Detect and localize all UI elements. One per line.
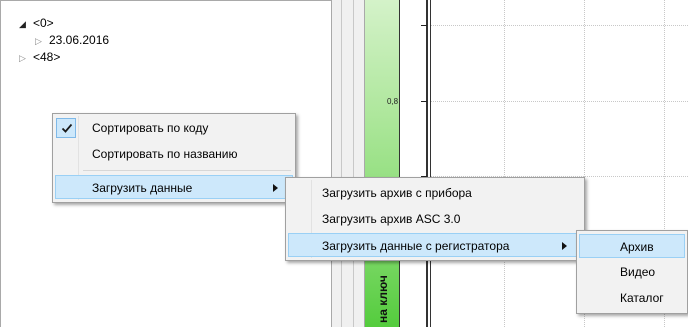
tree-node-label: 23.06.2016 xyxy=(49,33,110,47)
submenu-arrow-icon xyxy=(562,242,567,250)
submenu-arrow-icon xyxy=(273,184,278,192)
triangle-collapsed-icon[interactable]: ▷ xyxy=(19,50,29,66)
menu-item-video[interactable]: Видео xyxy=(579,260,685,284)
menu-item-sort-by-name[interactable]: Сортировать по названию xyxy=(55,142,293,166)
tree-node-0[interactable]: ◢ <0> xyxy=(19,15,54,31)
menu-item-archive[interactable]: Архив xyxy=(579,234,685,258)
tree-node-date[interactable]: ▷ 23.06.2016 xyxy=(35,32,109,48)
triangle-collapsed-icon[interactable]: ▷ xyxy=(35,33,45,49)
menu-item-catalog[interactable]: Каталог xyxy=(579,286,685,310)
panel-splitter[interactable] xyxy=(331,0,365,327)
triangle-expanded-icon[interactable]: ◢ xyxy=(19,16,29,32)
tree-node-label: <48> xyxy=(33,50,61,64)
menu-item-load-data[interactable]: Загрузить данные xyxy=(55,175,293,199)
tree-node-label: <0> xyxy=(33,16,54,30)
context-menu: Сортировать по коду Сортировать по назва… xyxy=(52,113,296,203)
checkmark-icon xyxy=(56,118,76,138)
y-axis-tick-label: 0,8 xyxy=(387,97,399,106)
load-data-submenu: Загрузить архив с прибора Загрузить архи… xyxy=(285,177,585,261)
menu-item-load-device-archive[interactable]: Загрузить архив с прибора xyxy=(288,181,582,205)
registrator-submenu: Архив Видео Каталог xyxy=(576,230,688,314)
menu-separator xyxy=(83,170,291,171)
menu-item-load-registrator-data[interactable]: Загрузить данные с регистратора xyxy=(288,233,582,257)
tree-node-48[interactable]: ▷ <48> xyxy=(19,49,60,65)
menu-item-load-asc-archive[interactable]: Загрузить архив ASC 3.0 xyxy=(288,207,582,231)
menu-item-sort-by-code[interactable]: Сортировать по коду xyxy=(55,116,293,140)
